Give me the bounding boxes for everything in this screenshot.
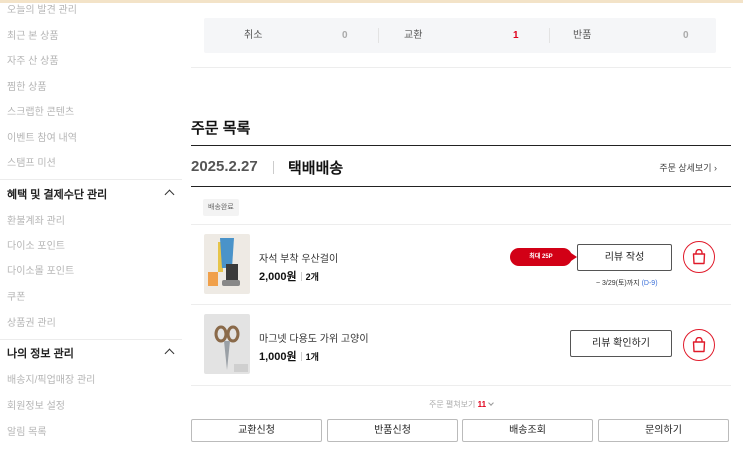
status-badge: 배송완료 bbox=[203, 199, 239, 216]
claim-stats-bar: 취소 0 교환 1 반품 0 bbox=[204, 18, 716, 53]
sidebar-divider bbox=[0, 179, 182, 180]
product-quantity: 2개 bbox=[305, 272, 319, 282]
stat-exchange-value[interactable]: 1 bbox=[513, 18, 519, 53]
inquiry-button[interactable]: 문의하기 bbox=[598, 419, 729, 442]
main-content: 취소 0 교환 1 반품 0 주문 목록 2025.2.27 택배배송 주문 상… bbox=[191, 0, 731, 454]
sidebar-item-daiso-point[interactable]: 다이소 포인트 bbox=[7, 240, 65, 254]
sidebar-item-refund-account[interactable]: 환불계좌 관리 bbox=[7, 215, 65, 229]
shopping-bag-icon bbox=[692, 249, 706, 265]
delivery-type: 택배배송 bbox=[288, 160, 344, 177]
sidebar-divider bbox=[0, 339, 182, 340]
order-list-title: 주문 목록 bbox=[191, 120, 251, 137]
deadline-date: ~ 3/29(토)까지 bbox=[596, 280, 640, 287]
sidebar-item-wishlist[interactable]: 찜한 상품 bbox=[7, 81, 47, 95]
sidebar-item-recent[interactable]: 최근 본 상품 bbox=[7, 30, 59, 44]
track-delivery-button[interactable]: 배송조회 bbox=[462, 419, 593, 442]
product-quantity: 1개 bbox=[305, 352, 319, 362]
product-price: 2,000원 bbox=[259, 271, 297, 283]
write-review-button[interactable]: 리뷰 작성 bbox=[577, 244, 672, 271]
stat-exchange-label: 교환 bbox=[404, 30, 423, 41]
review-point-badge: 최대 25P bbox=[510, 248, 577, 266]
sidebar: 오늘의 발견 관리 최근 본 상품 자주 산 상품 찜한 상품 스크랩한 콘텐츠… bbox=[0, 0, 182, 454]
sidebar-section-benefits[interactable]: 혜택 및 결제수단 관리 bbox=[7, 188, 177, 202]
sidebar-section-title: 혜택 및 결제수단 관리 bbox=[7, 189, 108, 201]
deadline-dday: (D-9) bbox=[641, 280, 658, 287]
umbrella-holder-image bbox=[204, 234, 250, 294]
divider bbox=[191, 67, 731, 68]
product-price: 1,000원 bbox=[259, 351, 297, 363]
sidebar-item-member-settings[interactable]: 회원정보 설정 bbox=[7, 400, 65, 414]
stat-return-value[interactable]: 0 bbox=[683, 18, 689, 53]
chevron-up-icon bbox=[164, 189, 175, 200]
stat-separator bbox=[378, 28, 379, 43]
divider bbox=[191, 385, 731, 386]
expand-order-count: 11 bbox=[477, 400, 487, 409]
review-deadline: ~ 3/29(토)까지 (D-9) bbox=[596, 278, 658, 288]
expand-order-label: 주문 펼쳐보기 bbox=[428, 400, 476, 409]
sidebar-item-stamp[interactable]: 스탬프 미션 bbox=[7, 157, 56, 171]
return-request-button[interactable]: 반품신청 bbox=[327, 419, 458, 442]
exchange-request-button[interactable]: 교환신청 bbox=[191, 419, 322, 442]
stat-cancel-label: 취소 bbox=[244, 30, 263, 41]
add-to-cart-button[interactable] bbox=[683, 329, 715, 361]
cat-scissors-image bbox=[204, 314, 250, 374]
view-review-button[interactable]: 리뷰 확인하기 bbox=[570, 330, 672, 357]
add-to-cart-button[interactable] bbox=[683, 241, 715, 273]
product-thumbnail[interactable] bbox=[204, 234, 250, 294]
product-price-row: 1,000원 1개 bbox=[259, 348, 319, 364]
divider bbox=[191, 186, 731, 187]
product-name[interactable]: 마그넷 다용도 가위 고양이 bbox=[259, 330, 369, 345]
chevron-up-icon bbox=[164, 348, 175, 359]
divider bbox=[191, 304, 731, 305]
sidebar-item-discovery[interactable]: 오늘의 발견 관리 bbox=[7, 4, 77, 18]
sidebar-item-scrap[interactable]: 스크랩한 콘텐츠 bbox=[7, 106, 74, 120]
divider bbox=[191, 224, 731, 225]
shopping-bag-icon bbox=[692, 337, 706, 353]
sidebar-item-address[interactable]: 배송지/픽업매장 관리 bbox=[7, 374, 95, 388]
stat-separator bbox=[549, 28, 550, 43]
product-price-row: 2,000원 2개 bbox=[259, 268, 319, 284]
order-date: 2025.2.27 bbox=[191, 158, 258, 175]
product-thumbnail[interactable] bbox=[204, 314, 250, 374]
chevron-down-icon bbox=[488, 400, 494, 406]
sidebar-item-mall-point[interactable]: 다이소몰 포인트 bbox=[7, 265, 74, 279]
sidebar-item-coupon[interactable]: 쿠폰 bbox=[7, 291, 25, 305]
sidebar-item-notifications[interactable]: 알림 목록 bbox=[7, 426, 47, 440]
divider bbox=[191, 145, 731, 146]
order-header-separator bbox=[273, 161, 274, 174]
product-name[interactable]: 자석 부착 우산걸이 bbox=[259, 250, 338, 265]
order-detail-link[interactable]: 주문 상세보기 › bbox=[659, 161, 717, 174]
sidebar-item-frequent[interactable]: 자주 산 상품 bbox=[7, 55, 59, 69]
stat-return-label: 반품 bbox=[573, 30, 592, 41]
stat-cancel-value[interactable]: 0 bbox=[342, 18, 348, 53]
sidebar-section-title: 나의 정보 관리 bbox=[7, 348, 74, 360]
expand-order-toggle[interactable]: 주문 펼쳐보기 11 bbox=[191, 399, 731, 410]
sidebar-section-myinfo[interactable]: 나의 정보 관리 bbox=[7, 347, 177, 361]
sidebar-item-events[interactable]: 이벤트 참여 내역 bbox=[7, 132, 77, 146]
sidebar-item-giftcard[interactable]: 상품권 관리 bbox=[7, 317, 56, 331]
